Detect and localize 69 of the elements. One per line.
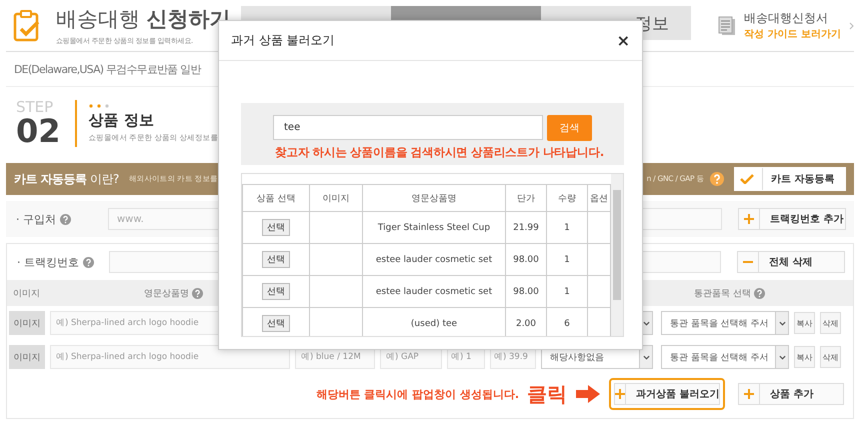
column-header: 수량 <box>546 184 588 212</box>
notice-text: DE(Delaware,USA) 무검수무료반품 일반 <box>14 62 200 76</box>
table-cell: estee lauder cosmetic set <box>362 244 506 276</box>
table-cell: Tiger Stainless Steel Cup <box>362 212 506 244</box>
help-icon[interactable] <box>60 214 71 224</box>
column-header: 이미지 <box>310 184 362 212</box>
hint-text: 찾고자 하시는 상품이름을 검색하시면 상품리스트가 나타납니다. <box>275 145 605 160</box>
plus-icon <box>744 214 754 224</box>
document-icon <box>718 16 736 36</box>
select-button[interactable]: 선택 <box>262 251 290 268</box>
copy-button[interactable]: 복사 <box>794 346 815 368</box>
select-button[interactable]: 선택 <box>262 283 290 300</box>
plus-icon <box>615 389 625 399</box>
image-button[interactable]: 이미지 <box>9 345 45 369</box>
help-icon[interactable] <box>710 172 724 186</box>
minus-icon <box>743 261 753 263</box>
select-button[interactable]: 선택 <box>262 315 290 332</box>
field-label: · 트랙킹번호 <box>17 254 79 270</box>
table-cell: 98.00 <box>506 244 546 276</box>
table-cell: 1 <box>546 276 588 308</box>
guide-title: 배송대행신청서 <box>744 10 830 27</box>
annotation-text: 해당버튼 클릭시에 팝업창이 생성됩니다. <box>316 386 519 402</box>
customs-dropdown[interactable]: 통관 품목을 선택해 주서 <box>661 345 789 369</box>
delete-button[interactable]: 삭제 <box>820 346 841 368</box>
help-icon[interactable] <box>192 288 203 298</box>
select-button[interactable]: 선택 <box>262 219 290 236</box>
table-cell: 1 <box>546 244 588 276</box>
modal-title: 과거 상품 불러오기 <box>231 32 335 49</box>
action-button[interactable]: 상품 추가 <box>738 383 844 405</box>
column-header: 단가 <box>506 184 546 212</box>
table-cell: 21.99 <box>506 212 546 244</box>
column-header: 통관품목 선택 <box>694 288 751 300</box>
delete-all-button[interactable]: 전체 삭제 <box>737 251 845 273</box>
action-button[interactable]: 과거상품 불러오기 <box>614 383 720 405</box>
help-icon[interactable] <box>754 288 765 298</box>
column-header: 영문상품명 <box>362 184 506 212</box>
help-icon[interactable] <box>83 256 94 268</box>
plus-icon <box>744 389 754 399</box>
arrow-right-icon <box>575 385 601 403</box>
chevron-down-icon <box>642 354 650 360</box>
field-label: · 구입처 <box>16 212 56 226</box>
annotation-click-text: 클릭 <box>527 380 567 408</box>
chevron-down-icon <box>642 320 650 326</box>
page-title: 배송대행 신청하기 <box>56 6 232 33</box>
dots-icon <box>88 104 111 108</box>
chevron-right-icon <box>849 22 854 30</box>
close-button[interactable]: × <box>616 31 630 50</box>
step-number: 02 <box>16 114 61 146</box>
table-cell: estee lauder cosmetic set <box>362 276 506 308</box>
table-cell: 1 <box>546 212 588 244</box>
delete-button[interactable]: 삭제 <box>820 312 841 334</box>
product-name-field[interactable]: 예) Sherpa-lined arch logo hoodie <box>50 345 290 369</box>
column-header: 이미지 <box>12 288 41 300</box>
search-field[interactable]: tee <box>273 115 543 140</box>
check-icon <box>740 174 754 184</box>
chevron-down-icon <box>778 320 786 326</box>
clipboard-check-icon <box>12 10 42 42</box>
column-header: 영문상품명 <box>144 288 189 300</box>
copy-button[interactable]: 복사 <box>794 312 815 334</box>
customs-dropdown[interactable]: 통관 품목을 선택해 주서 <box>661 311 789 335</box>
step-title: 상품 정보 <box>88 110 155 130</box>
column-header: 상품 선택 <box>242 184 310 212</box>
cart-register-button[interactable]: 카트 자동등록 <box>734 167 846 191</box>
cart-banner-title: 카트 자동등록 이란? <box>14 170 119 188</box>
scrollbar[interactable] <box>611 174 623 336</box>
image-button[interactable]: 이미지 <box>9 311 45 335</box>
add-tracking-button[interactable]: 트랙킹번호 추가 <box>738 208 846 230</box>
table-cell: 98.00 <box>506 276 546 308</box>
chevron-down-icon <box>778 354 786 360</box>
